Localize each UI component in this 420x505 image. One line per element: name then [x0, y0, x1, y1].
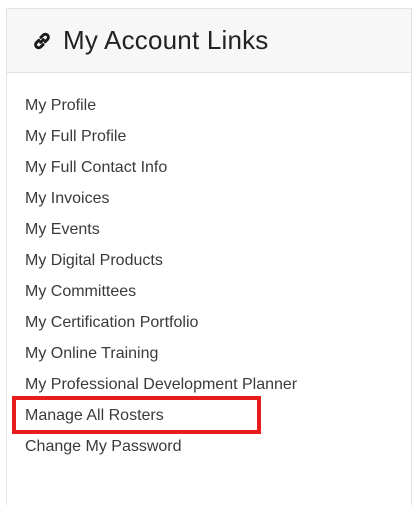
account-links-list: My Profile My Full Profile My Full Conta…: [25, 90, 297, 462]
link-my-events[interactable]: My Events: [25, 221, 100, 238]
link-my-profile[interactable]: My Profile: [25, 97, 96, 114]
panel-header: My Account Links: [7, 9, 411, 73]
link-my-digital-products[interactable]: My Digital Products: [25, 252, 163, 269]
panel-title: My Account Links: [63, 25, 269, 55]
link-my-certification-portfolio[interactable]: My Certification Portfolio: [25, 314, 198, 331]
link-my-invoices[interactable]: My Invoices: [25, 190, 109, 207]
link-my-full-contact-info[interactable]: My Full Contact Info: [25, 159, 167, 176]
link-my-online-training[interactable]: My Online Training: [25, 345, 158, 362]
link-my-full-profile[interactable]: My Full Profile: [25, 128, 126, 145]
link-change-my-password[interactable]: Change My Password: [25, 438, 182, 455]
link-my-committees[interactable]: My Committees: [25, 283, 136, 300]
link-icon: [31, 30, 53, 52]
link-manage-all-rosters[interactable]: Manage All Rosters: [25, 407, 164, 424]
link-my-professional-development-planner[interactable]: My Professional Development Planner: [25, 376, 297, 393]
